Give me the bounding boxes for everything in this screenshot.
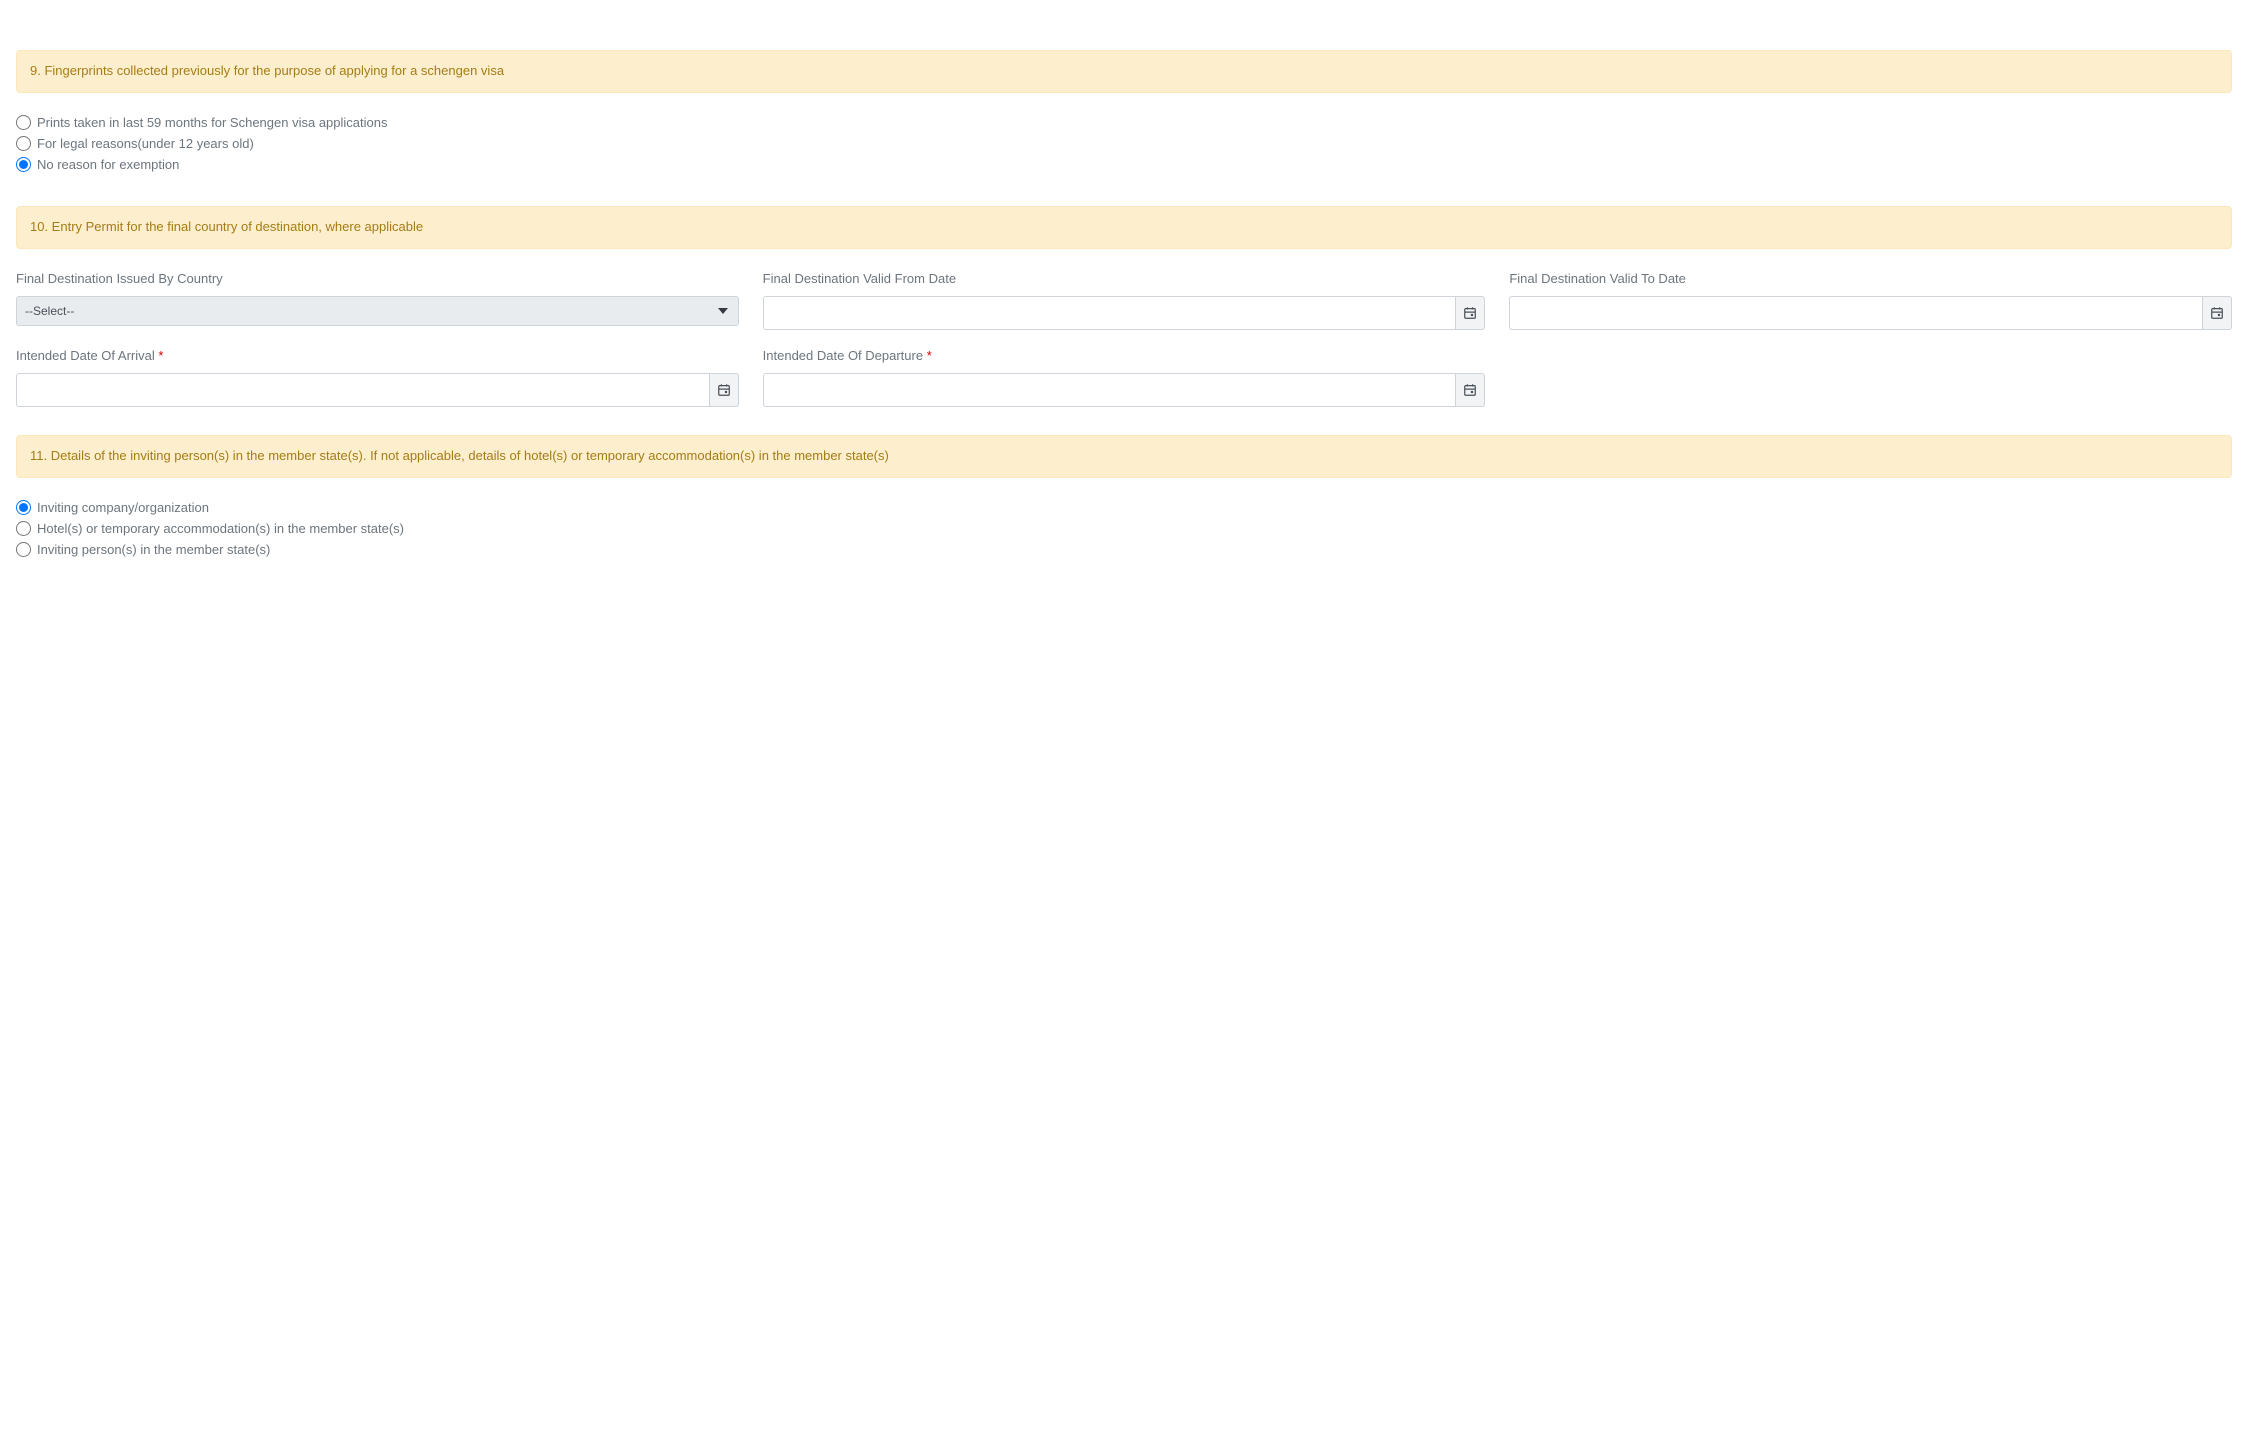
radio-option-inviting-company: Inviting company/organization [16, 500, 2232, 515]
section-10-form-grid: Final Destination Issued By Country --Se… [16, 271, 2232, 407]
valid-to-calendar-button[interactable] [2202, 296, 2232, 330]
arrival-date-control [16, 373, 739, 407]
radio-prints-taken[interactable] [16, 115, 31, 130]
field-arrival: Intended Date Of Arrival * [16, 348, 739, 407]
radio-label[interactable]: Inviting person(s) in the member state(s… [37, 542, 270, 557]
radio-inviting-person[interactable] [16, 542, 31, 557]
field-departure: Intended Date Of Departure * [763, 348, 1486, 407]
radio-label[interactable]: No reason for exemption [37, 157, 179, 172]
field-label: Final Destination Valid From Date [763, 271, 1486, 286]
issued-by-country-select[interactable]: --Select-- [16, 296, 739, 326]
radio-label[interactable]: Inviting company/organization [37, 500, 209, 515]
valid-from-input[interactable] [763, 296, 1456, 330]
field-valid-to: Final Destination Valid To Date [1509, 271, 2232, 330]
section-9-header: 9. Fingerprints collected previously for… [16, 50, 2232, 93]
required-mark: * [927, 348, 932, 363]
departure-input[interactable] [763, 373, 1456, 407]
field-label: Final Destination Valid To Date [1509, 271, 2232, 286]
valid-from-calendar-button[interactable] [1455, 296, 1485, 330]
field-valid-from: Final Destination Valid From Date [763, 271, 1486, 330]
field-label: Intended Date Of Departure * [763, 348, 1486, 363]
label-text: Intended Date Of Arrival [16, 348, 155, 363]
radio-legal-reasons[interactable] [16, 136, 31, 151]
valid-to-input[interactable] [1509, 296, 2202, 330]
radio-no-reason[interactable] [16, 157, 31, 172]
section-11-header: 11. Details of the inviting person(s) in… [16, 435, 2232, 478]
section-10-header: 10. Entry Permit for the final country o… [16, 206, 2232, 249]
arrival-calendar-button[interactable] [709, 373, 739, 407]
calendar-icon [1463, 383, 1477, 397]
field-label: Final Destination Issued By Country [16, 271, 739, 286]
radio-option-hotels: Hotel(s) or temporary accommodation(s) i… [16, 521, 2232, 536]
calendar-icon [1463, 306, 1477, 320]
field-issued-by-country: Final Destination Issued By Country --Se… [16, 271, 739, 330]
radio-label[interactable]: Hotel(s) or temporary accommodation(s) i… [37, 521, 404, 536]
radio-option-prints-taken: Prints taken in last 59 months for Schen… [16, 115, 2232, 130]
radio-option-legal-reasons: For legal reasons(under 12 years old) [16, 136, 2232, 151]
radio-inviting-company[interactable] [16, 500, 31, 515]
required-mark: * [158, 348, 163, 363]
calendar-icon [2210, 306, 2224, 320]
valid-to-date-control [1509, 296, 2232, 330]
section-11-radio-group: Inviting company/organization Hotel(s) o… [16, 500, 2232, 557]
radio-label[interactable]: Prints taken in last 59 months for Schen… [37, 115, 387, 130]
valid-from-date-control [763, 296, 1486, 330]
field-label: Intended Date Of Arrival * [16, 348, 739, 363]
radio-option-inviting-person: Inviting person(s) in the member state(s… [16, 542, 2232, 557]
radio-label[interactable]: For legal reasons(under 12 years old) [37, 136, 254, 151]
radio-hotels[interactable] [16, 521, 31, 536]
departure-calendar-button[interactable] [1455, 373, 1485, 407]
label-text: Intended Date Of Departure [763, 348, 923, 363]
arrival-input[interactable] [16, 373, 709, 407]
calendar-icon [717, 383, 731, 397]
departure-date-control [763, 373, 1486, 407]
section-9-radio-group: Prints taken in last 59 months for Schen… [16, 115, 2232, 172]
radio-option-no-reason: No reason for exemption [16, 157, 2232, 172]
